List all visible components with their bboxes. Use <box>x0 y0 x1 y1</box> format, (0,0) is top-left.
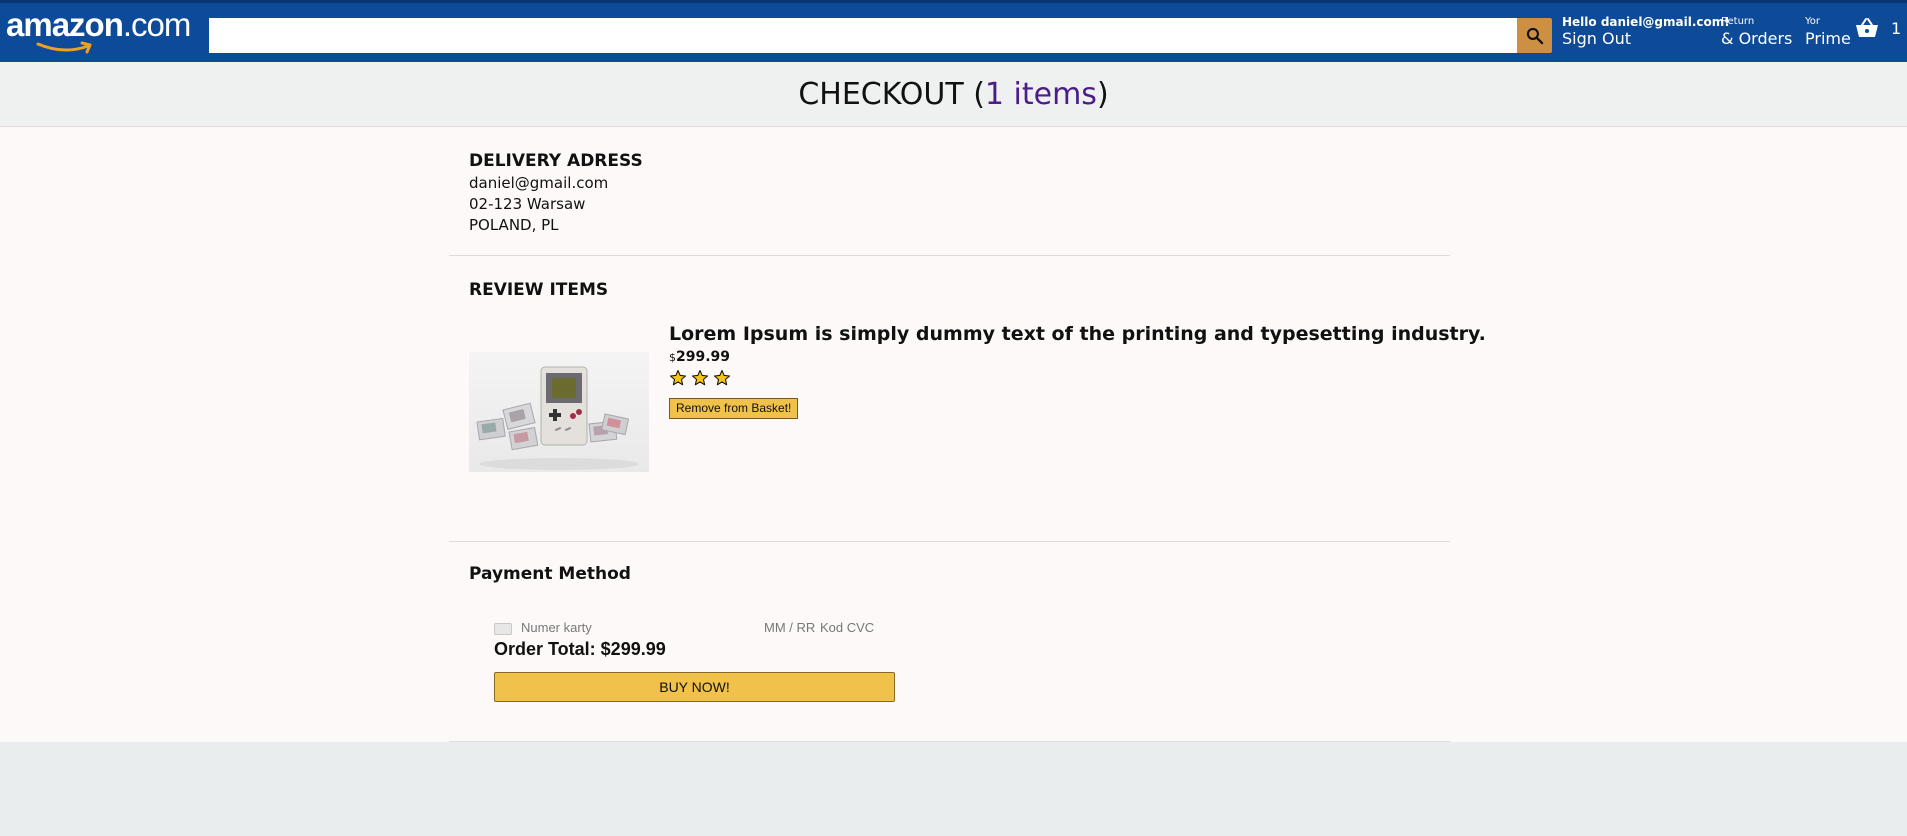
payment-method-section: Payment Method Numer karty MM / RR Kod C… <box>449 542 1450 742</box>
account-sign-out-option[interactable]: Hello daniel@gmail.com! Sign Out <box>1562 15 1730 49</box>
logo-main-text: amazon <box>6 6 124 43</box>
checkout-main: DELIVERY ADRESS daniel@gmail.com 02-123 … <box>0 127 1907 742</box>
buy-now-button[interactable]: BUY NOW! <box>494 672 895 702</box>
sign-out-link[interactable]: Sign Out <box>1562 29 1730 49</box>
product-price: $299.99 <box>669 349 730 365</box>
price-value: 299.99 <box>676 349 731 365</box>
checkout-title-text: CHECKOUT ( <box>798 77 985 112</box>
address-country: POLAND, PL <box>469 216 559 234</box>
star-icon <box>691 369 709 386</box>
address-email: daniel@gmail.com <box>469 174 609 192</box>
search-button[interactable] <box>1517 18 1552 53</box>
prime-label: Prime <box>1805 29 1851 48</box>
checkout-title: CHECKOUT (1 items) <box>0 62 1907 127</box>
logo-smile-icon <box>36 41 92 54</box>
delivery-address-section: DELIVERY ADRESS daniel@gmail.com 02-123 … <box>449 127 1450 256</box>
review-items-heading: REVIEW ITEMS <box>469 280 609 300</box>
returns-orders-option[interactable]: Return & Orders <box>1721 15 1792 49</box>
user-greeting: Hello daniel@gmail.com! <box>1562 15 1730 29</box>
search-bar <box>209 18 1552 53</box>
card-expiry-field[interactable]: MM / RR <box>764 620 815 635</box>
product-image <box>469 352 649 472</box>
remove-from-basket-button[interactable]: Remove from Basket! <box>669 398 799 419</box>
search-input[interactable] <box>209 18 1517 53</box>
basket-icon <box>1856 18 1878 37</box>
product-title[interactable]: Lorem Ipsum is simply dummy text of the … <box>669 323 1486 345</box>
credit-card-icon <box>494 623 512 635</box>
card-element[interactable]: Numer karty MM / RR Kod CVC <box>494 620 924 636</box>
address-city: 02-123 Warsaw <box>469 195 586 213</box>
price-currency: $ <box>669 351 676 364</box>
payment-method-heading: Payment Method <box>469 564 631 584</box>
star-icon <box>669 369 687 386</box>
returns-label: Return <box>1721 16 1755 27</box>
top-navigation-bar: amazon.com Hello daniel@gmail.com! Sign … <box>0 0 1907 62</box>
review-items-section: REVIEW ITEMS Lorem Ipsum is simply dummy… <box>449 256 1486 542</box>
card-number-field[interactable]: Numer karty <box>521 620 592 635</box>
checkout-items-link[interactable]: 1 items <box>985 77 1097 112</box>
checkout-title-bar: CHECKOUT (1 items) <box>0 62 1907 127</box>
delivery-address-heading: DELIVERY ADRESS <box>469 151 643 171</box>
amazon-logo[interactable]: amazon.com <box>6 5 196 61</box>
card-cvc-field[interactable]: Kod CVC <box>820 620 874 635</box>
orders-label: & Orders <box>1721 29 1793 48</box>
game-console-image <box>476 366 639 470</box>
logo-suffix-text: .com <box>122 6 192 43</box>
basket-count: 1 <box>1891 18 1902 38</box>
prime-option[interactable]: Yor Prime <box>1805 15 1851 49</box>
product-rating <box>669 369 731 387</box>
basket-link[interactable]: 1 <box>1855 17 1901 39</box>
checkout-title-end: ) <box>1096 77 1109 112</box>
order-total: Order Total: $299.99 <box>494 639 666 659</box>
search-icon <box>1526 27 1543 44</box>
prime-line1: Yor <box>1805 16 1821 27</box>
star-icon <box>713 369 731 386</box>
